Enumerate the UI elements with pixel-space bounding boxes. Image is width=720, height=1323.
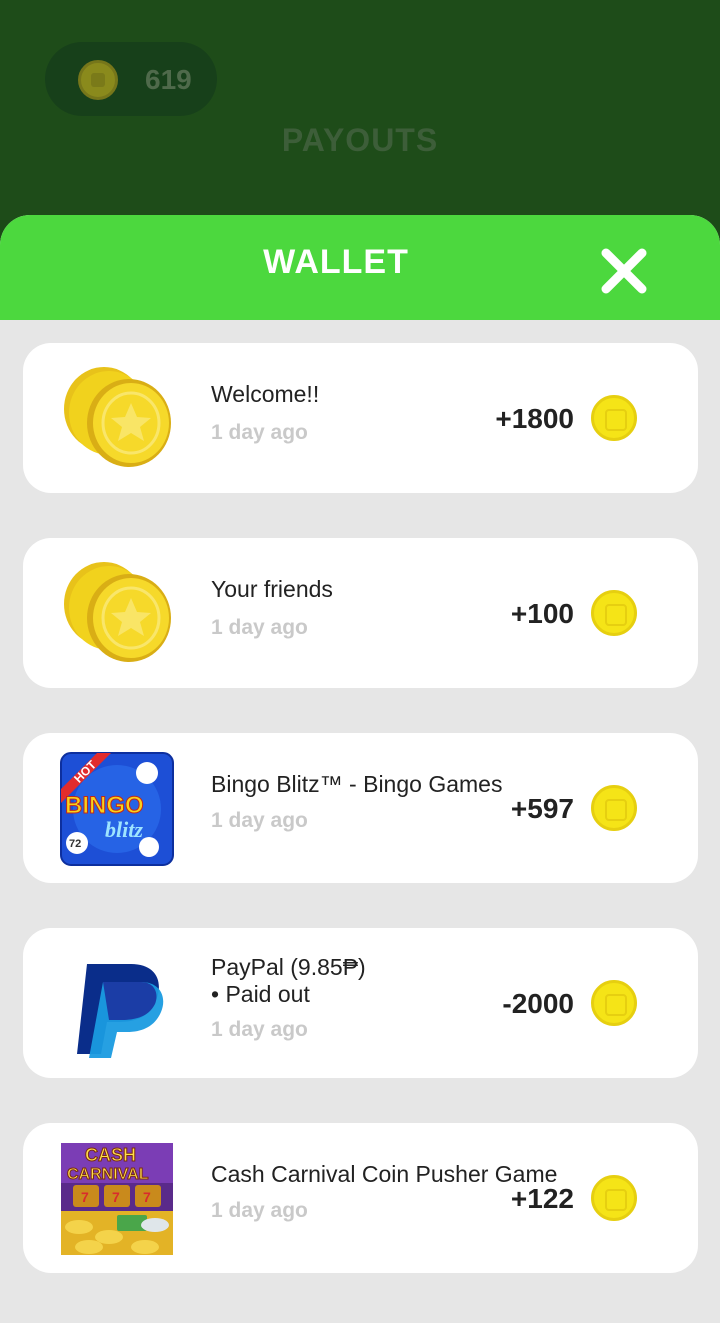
svg-text:7: 7 <box>81 1189 89 1205</box>
gold-coins-icon <box>64 367 171 467</box>
transaction-amount: +597 <box>510 793 574 824</box>
close-button[interactable] <box>598 245 650 297</box>
transaction-time: 1 day ago <box>211 809 308 832</box>
carnival-label: CARNIVAL <box>67 1166 149 1183</box>
transaction-row[interactable]: Your friends 1 day ago +100 <box>23 538 698 688</box>
transaction-row[interactable]: PayPal (9.85₱) • Paid out 1 day ago -200… <box>23 928 698 1078</box>
coin-icon <box>591 590 637 636</box>
close-x-icon <box>601 248 647 294</box>
transaction-time: 1 day ago <box>211 1199 308 1222</box>
coin-icon <box>591 785 637 831</box>
coin-icon <box>591 395 637 441</box>
coin-icon <box>591 980 637 1026</box>
coin-balance-value: 619 <box>145 64 192 95</box>
svg-text:7: 7 <box>112 1189 120 1205</box>
ball-number: 72 <box>69 838 81 850</box>
coin-icon <box>78 60 118 100</box>
bingo-blitz-app-icon: HOT BINGO blitz 72 <box>60 752 174 866</box>
transaction-amount: +1800 <box>495 403 574 434</box>
transaction-title: Your friends <box>211 576 333 602</box>
gold-coins-icon <box>64 562 171 662</box>
transaction-title: Cash Carnival Coin Pusher Game <box>211 1161 558 1187</box>
bingo-label: BINGO <box>65 792 144 819</box>
wallet-title: WALLET <box>263 243 409 281</box>
transaction-time: 1 day ago <box>211 421 308 444</box>
transaction-amount: +122 <box>510 1183 574 1214</box>
wallet-header: WALLET <box>0 215 720 320</box>
transaction-row[interactable]: HOT BINGO blitz 72 Bingo Blitz™ - Bingo … <box>23 733 698 883</box>
payouts-background: 619 PAYOUTS <box>0 0 720 220</box>
transaction-row[interactable]: Welcome!! 1 day ago +1800 <box>23 343 698 493</box>
wallet-sheet: WALLET Welcome!! 1 day ago +1800 Your fr… <box>0 215 720 1323</box>
transaction-amount: +100 <box>510 598 574 629</box>
cash-label: CASH <box>85 1145 136 1165</box>
coin-icon <box>591 1175 637 1221</box>
cash-carnival-app-icon: CASH CARNIVAL 7 7 7 <box>61 1143 173 1255</box>
blitz-label: blitz <box>105 817 143 842</box>
transaction-amount: -2000 <box>502 988 574 1019</box>
transaction-time: 1 day ago <box>211 1018 308 1041</box>
page-title: PAYOUTS <box>281 122 439 158</box>
coin-balance-pill[interactable]: 619 <box>45 42 217 116</box>
transaction-row[interactable]: CASH CARNIVAL 7 7 7 Cash Carnival Coin P… <box>23 1123 698 1273</box>
transaction-time: 1 day ago <box>211 616 308 639</box>
paypal-icon <box>77 964 164 1058</box>
transaction-title: Bingo Blitz™ - Bingo Games <box>211 771 503 797</box>
transaction-subtitle: • Paid out <box>211 981 310 1007</box>
transaction-title: PayPal (9.85₱) <box>211 954 366 980</box>
transaction-title: Welcome!! <box>211 381 320 407</box>
svg-text:7: 7 <box>143 1189 151 1205</box>
